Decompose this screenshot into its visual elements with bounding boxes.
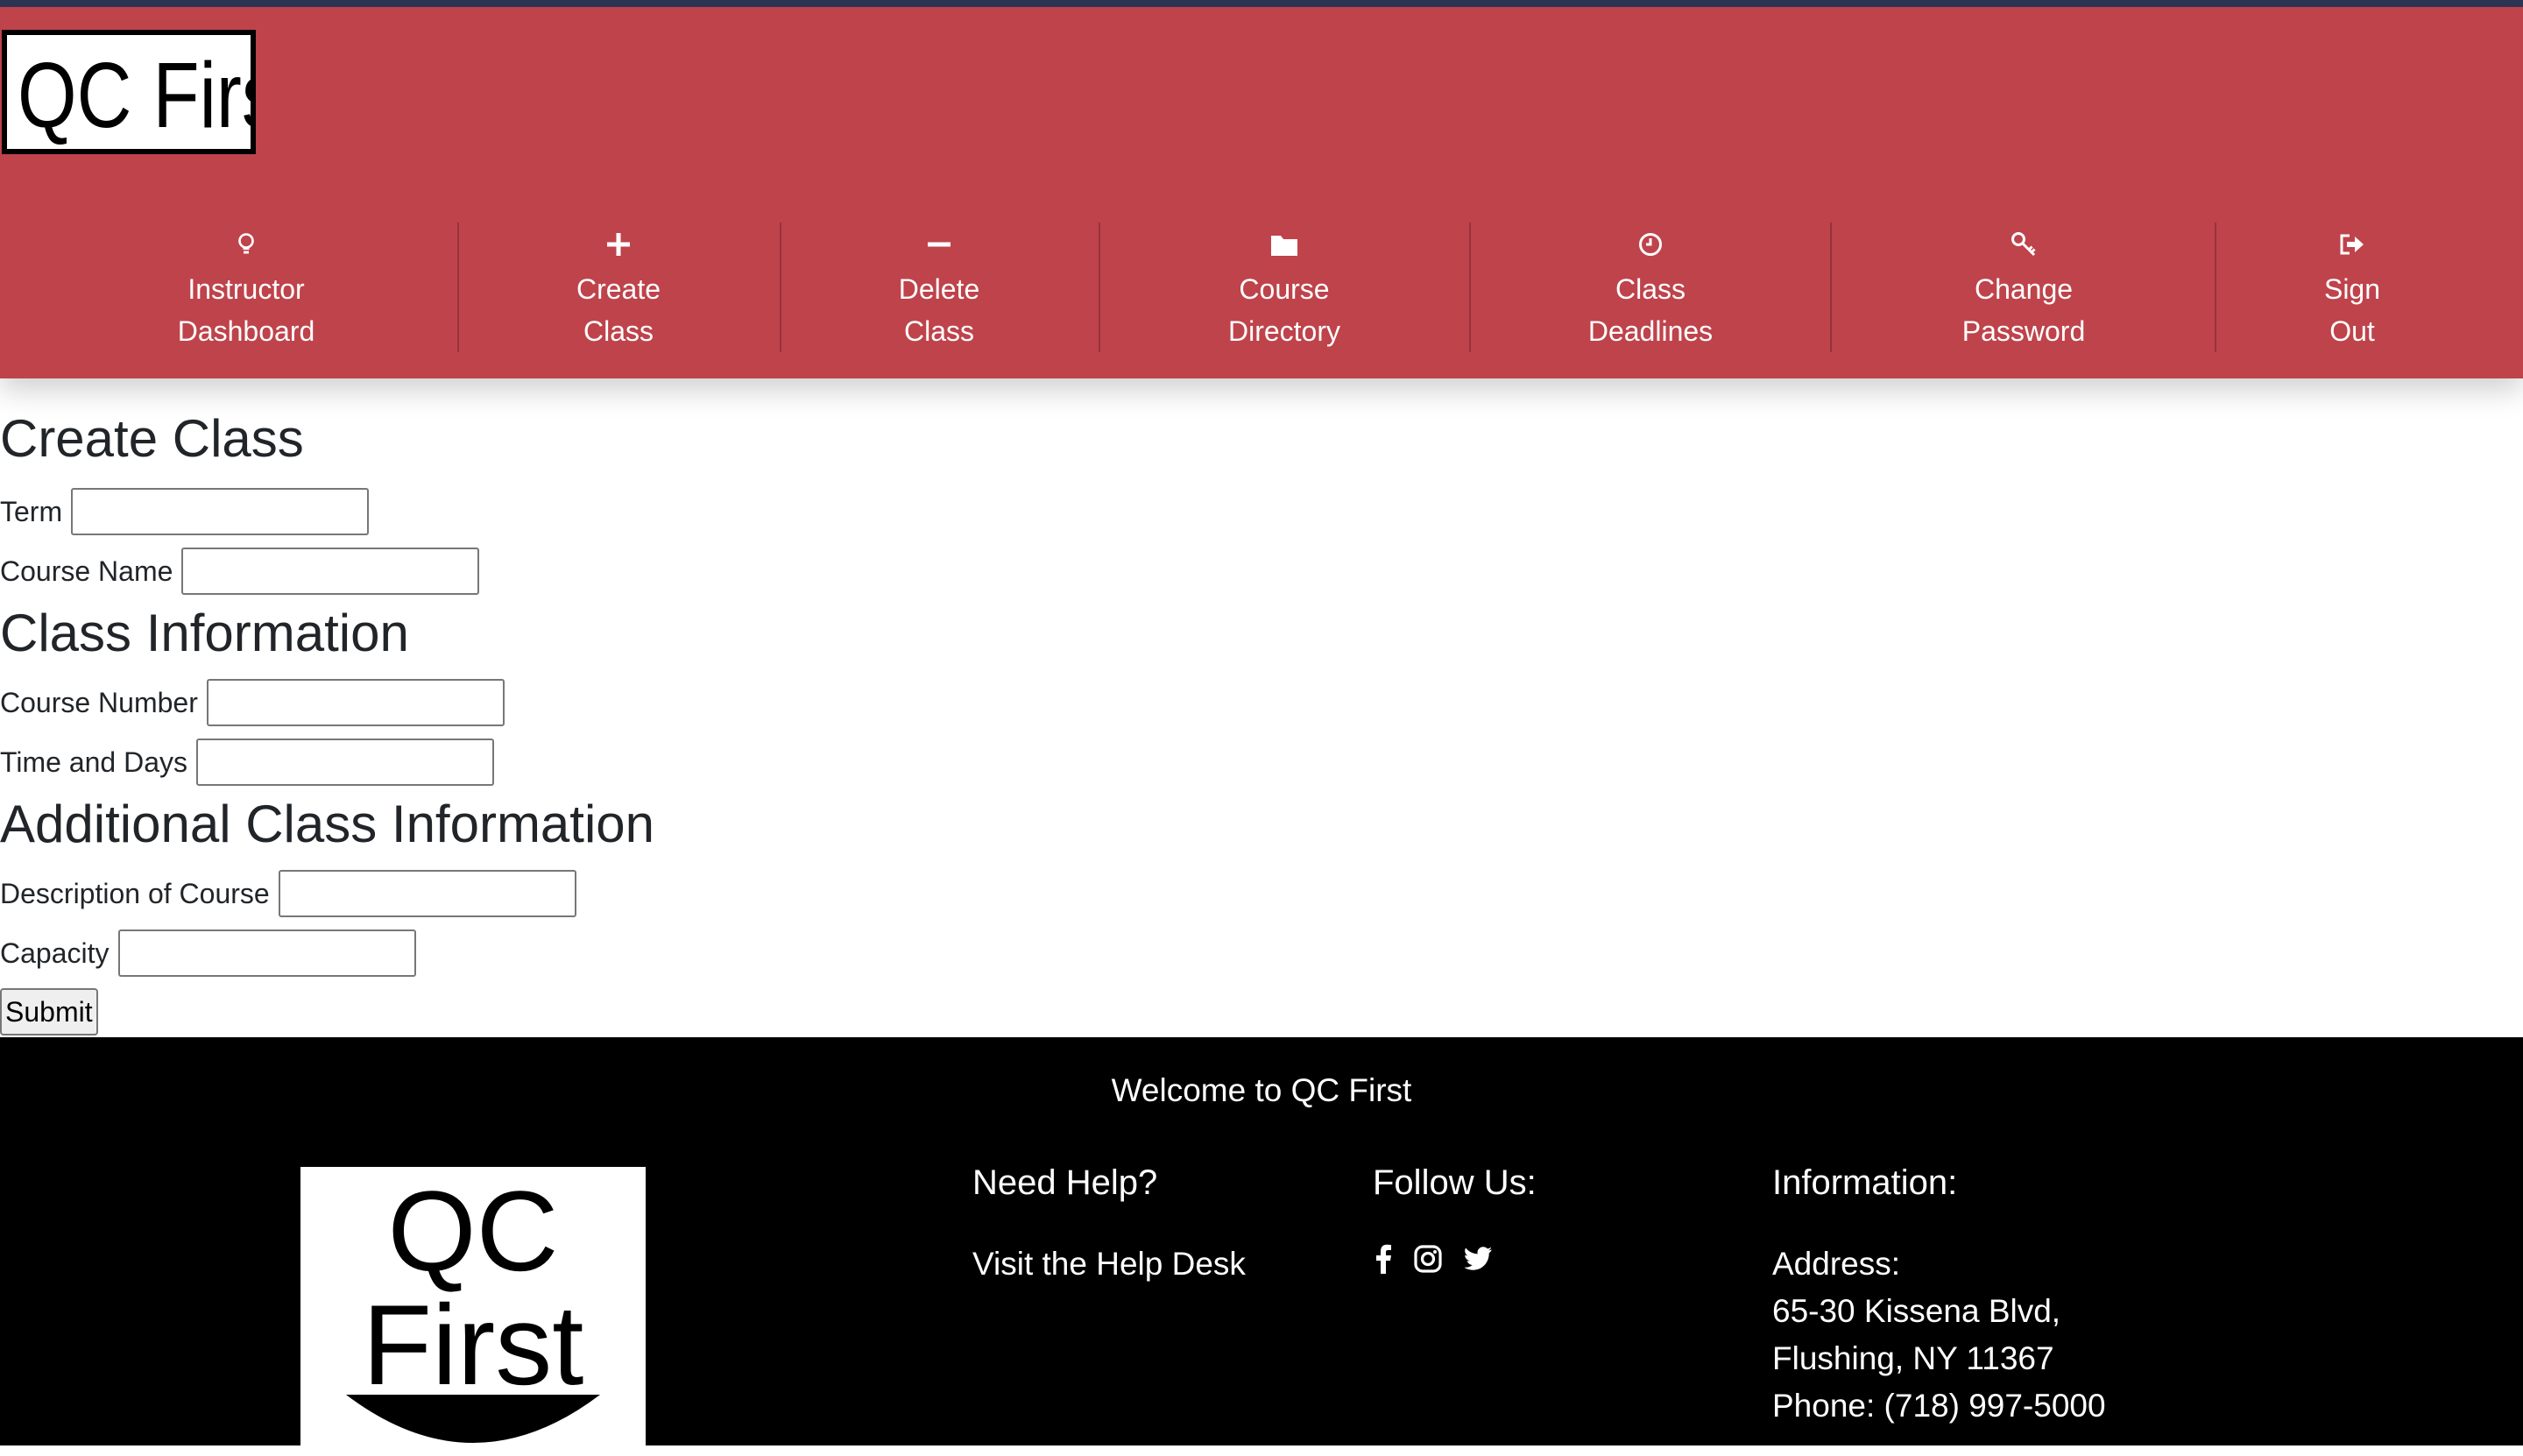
help-desk-link[interactable]: Visit the Help Desk (972, 1240, 1246, 1288)
logo-text: QC First (18, 44, 251, 147)
nav-label-line2: Deadlines (1587, 315, 1714, 347)
description-label: Description of Course (0, 877, 270, 909)
time-days-input[interactable] (196, 739, 494, 786)
phone-number: Phone: (718) 997-5000 (1772, 1388, 2106, 1424)
nav-separator (457, 223, 459, 352)
nav-label-line1: Create (576, 273, 661, 305)
minus-icon (928, 228, 951, 261)
nav-create-class[interactable]: Create Class (521, 212, 716, 366)
folder-icon (1271, 228, 1297, 261)
nav-delete-class[interactable]: Delete Class (842, 212, 1036, 366)
course-name-input[interactable] (181, 548, 480, 595)
footer-logo: QC First (300, 1167, 646, 1456)
nav-label-line2: Class (903, 315, 974, 347)
nav-label-line2: Directory (1227, 315, 1340, 347)
nav-label-line1: Delete (898, 273, 980, 305)
follow-heading: Follow Us: (1373, 1163, 1537, 1202)
description-input[interactable] (278, 870, 576, 917)
nav-label-line2: Password (1961, 315, 2086, 347)
footer-logo-line2: First (362, 1281, 584, 1409)
nav-change-password[interactable]: Change Password (1901, 212, 2146, 366)
nav-label-line1: Instructor (187, 273, 305, 305)
additional-info-heading: Additional Class Information (0, 795, 655, 853)
nav-label-line1: Course (1239, 273, 1330, 305)
submit-button[interactable]: Submit (0, 988, 98, 1035)
nav-label-line1: Sign (2323, 273, 2381, 305)
address-line2: Flushing, NY 11367 (1772, 1340, 2054, 1376)
capacity-label: Capacity (0, 937, 110, 969)
nav-separator (2215, 223, 2216, 352)
nav-separator (1469, 223, 1471, 352)
main-nav: Instructor Dashboard Create Class Delete Cl… (0, 212, 2523, 366)
social-links (1375, 1244, 1493, 1278)
help-heading: Need Help? (972, 1163, 1158, 1202)
term-label: Term (0, 495, 63, 527)
term-input[interactable] (71, 488, 370, 535)
course-name-label: Course Name (0, 555, 173, 587)
class-information-heading: Class Information (0, 604, 409, 662)
footer-logo-line1: QC (387, 1167, 559, 1295)
course-number-input[interactable] (206, 679, 505, 726)
nav-label-line1: Class (1615, 273, 1686, 305)
plus-icon (607, 228, 630, 261)
course-name-row: Course Name (0, 547, 480, 596)
nav-label-line1: Change (1974, 273, 2074, 305)
nav-instructor-dashboard[interactable]: Instructor Dashboard (131, 212, 361, 366)
course-number-row: Course Number (0, 678, 505, 727)
info-heading: Information: (1772, 1163, 1958, 1202)
address-line1: 65-30 Kissena Blvd, (1772, 1293, 2061, 1329)
nav-class-deadlines[interactable]: Class Deadlines (1537, 212, 1764, 366)
address-label: Address: (1772, 1246, 1901, 1282)
nav-label-line2: Dashboard (177, 315, 315, 347)
time-days-label: Time and Days (0, 746, 187, 778)
site-footer: Welcome to QC First QC First Need Help? … (0, 1037, 2523, 1456)
description-row: Description of Course (0, 869, 576, 918)
nav-label-line2: Class (583, 315, 654, 347)
nav-separator (780, 223, 781, 352)
clock-icon (1638, 228, 1663, 261)
instagram-icon[interactable] (1414, 1245, 1442, 1277)
capacity-row: Capacity (0, 929, 416, 978)
footer-logo-swoosh (346, 1395, 600, 1443)
nav-label-line2: Out (2329, 315, 2375, 347)
footer-welcome: Welcome to QC First (1111, 1072, 1412, 1108)
capacity-input[interactable] (117, 929, 416, 977)
page-title: Create Class (0, 409, 304, 468)
nav-separator (1830, 223, 1832, 352)
twitter-icon[interactable] (1464, 1247, 1493, 1276)
nav-course-directory[interactable]: Course Directory (1170, 212, 1398, 366)
site-logo[interactable]: QC First (2, 30, 256, 154)
key-icon (2011, 228, 2037, 261)
nav-separator (1099, 223, 1100, 352)
term-row: Term (0, 487, 370, 536)
site-header: QC First Instructor Dashboard Create Class… (0, 7, 2523, 378)
top-accent-bar (0, 0, 2523, 7)
nav-sign-out[interactable]: Sign Out (2251, 212, 2453, 366)
sign-out-icon (2339, 228, 2365, 261)
course-number-label: Course Number (0, 686, 198, 718)
facebook-icon[interactable] (1375, 1244, 1391, 1278)
lightbulb-icon (237, 228, 255, 261)
time-days-row: Time and Days (0, 738, 494, 787)
